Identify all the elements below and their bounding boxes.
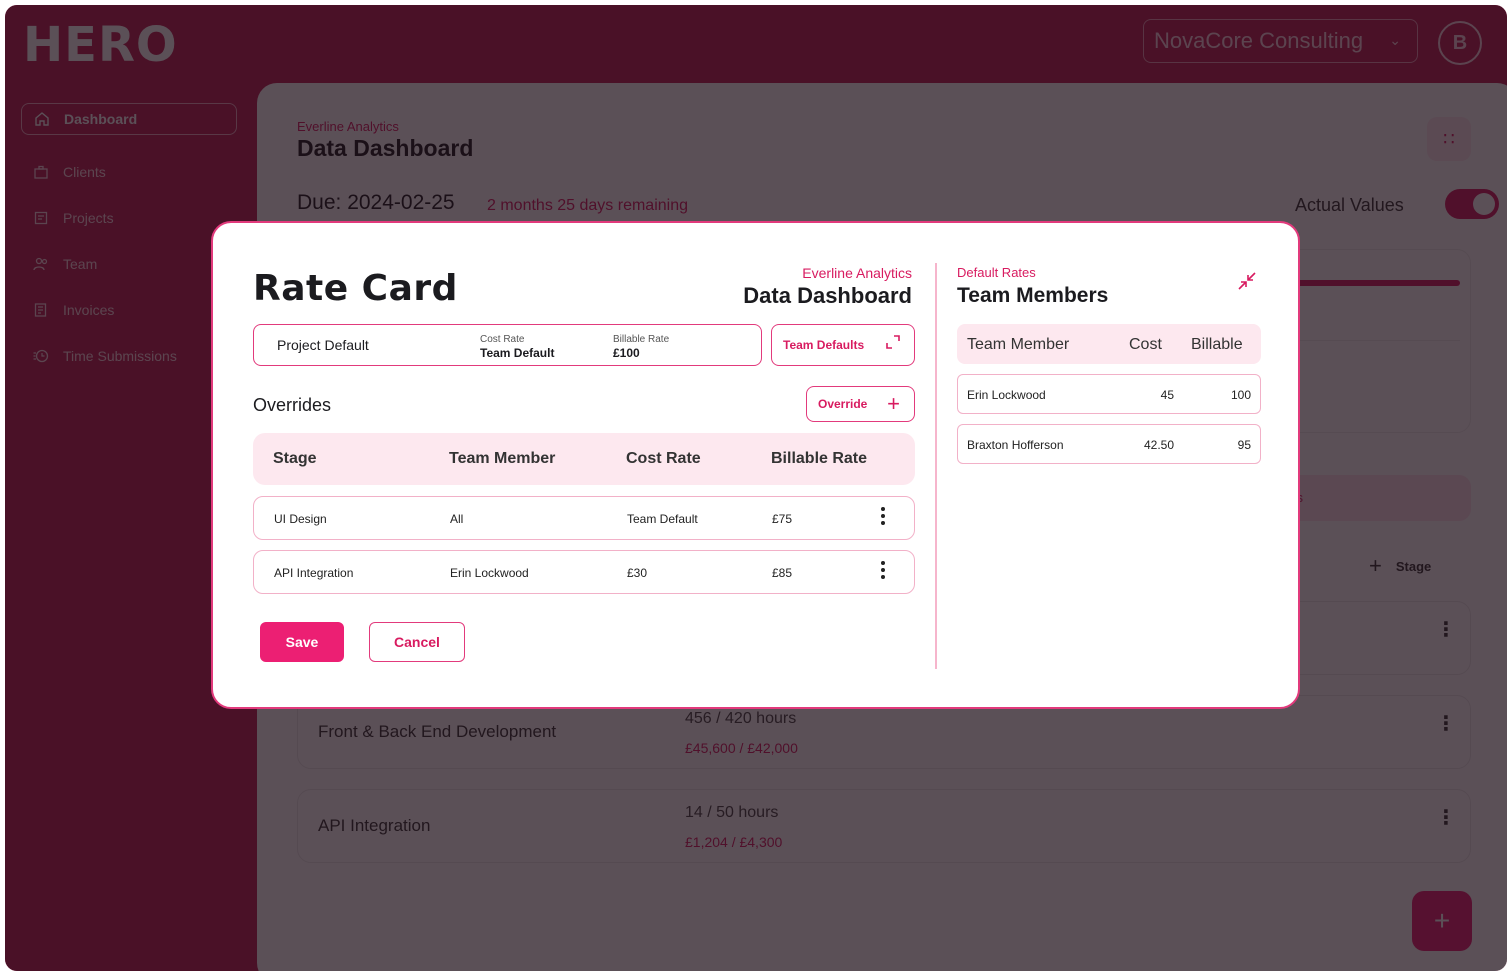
row-stage: UI Design (274, 512, 327, 526)
modal-divider (935, 263, 937, 669)
member-billable: 100 (1230, 388, 1251, 402)
row-member: Erin Lockwood (450, 566, 529, 580)
expand-icon (886, 335, 900, 352)
billable-rate-group: Billable Rate £100 (613, 334, 669, 360)
cancel-button[interactable]: Cancel (369, 622, 465, 662)
team-defaults-button[interactable]: Team Defaults (771, 324, 915, 366)
table-row[interactable]: Erin Lockwood 45 100 (957, 374, 1261, 414)
cost-rate-value: Team Default (480, 346, 555, 360)
cost-rate-group: Cost Rate Team Default (480, 334, 554, 360)
save-button[interactable]: Save (260, 622, 344, 662)
member-cost: 42.50 (1143, 438, 1174, 452)
cost-rate-label: Cost Rate (480, 334, 525, 345)
rate-card-modal: Rate Card Everline Analytics Data Dashbo… (211, 221, 1300, 709)
member-cost: 45 (1160, 388, 1174, 402)
project-default-label: Project Default (277, 337, 369, 353)
overrides-heading: Overrides (253, 395, 332, 415)
add-override-button[interactable]: Override + (806, 386, 915, 422)
column-header-team-member: Team Member (449, 450, 556, 467)
column-header-billable: Billable (1191, 336, 1243, 353)
team-panel-title: Team Members (957, 284, 1109, 307)
override-label: Override (818, 397, 868, 411)
team-defaults-label: Team Defaults (783, 338, 865, 352)
row-cost: Team Default (627, 512, 698, 526)
more-options-icon[interactable] (881, 507, 885, 525)
team-table-header: Team Member Cost Billable (957, 324, 1261, 364)
team-panel-subtitle: Default Rates (957, 265, 1036, 280)
overrides-table-header: Stage Team Member Cost Rate Billable Rat… (253, 433, 915, 485)
plus-icon: + (887, 391, 900, 416)
column-header-cost: Cost (1129, 336, 1162, 353)
column-header-stage: Stage (273, 450, 317, 467)
row-billable: £75 (772, 512, 793, 526)
column-header-team-member: Team Member (967, 336, 1070, 353)
member-name: Braxton Hofferson (967, 438, 1064, 452)
row-member: All (450, 512, 464, 526)
modal-client: Everline Analytics (802, 265, 912, 281)
table-row[interactable]: API Integration Erin Lockwood £30 £85 (253, 550, 915, 594)
collapse-icon[interactable] (1237, 271, 1257, 296)
more-options-icon[interactable] (881, 561, 885, 579)
row-stage: API Integration (274, 566, 354, 580)
member-billable: 95 (1237, 438, 1251, 452)
modal-project: Data Dashboard (743, 283, 912, 308)
member-name: Erin Lockwood (967, 388, 1046, 402)
table-row[interactable]: UI Design All Team Default £75 (253, 496, 915, 540)
column-header-billable-rate: Billable Rate (771, 450, 868, 467)
billable-rate-label: Billable Rate (613, 334, 670, 345)
row-billable: £85 (772, 566, 793, 580)
row-cost: £30 (627, 566, 648, 580)
column-header-cost-rate: Cost Rate (626, 450, 701, 467)
modal-title: Rate Card (253, 268, 458, 309)
table-row[interactable]: Braxton Hofferson 42.50 95 (957, 424, 1261, 464)
project-default-rate[interactable]: Project Default Cost Rate Team Default B… (253, 324, 762, 366)
billable-rate-value: £100 (613, 346, 640, 360)
